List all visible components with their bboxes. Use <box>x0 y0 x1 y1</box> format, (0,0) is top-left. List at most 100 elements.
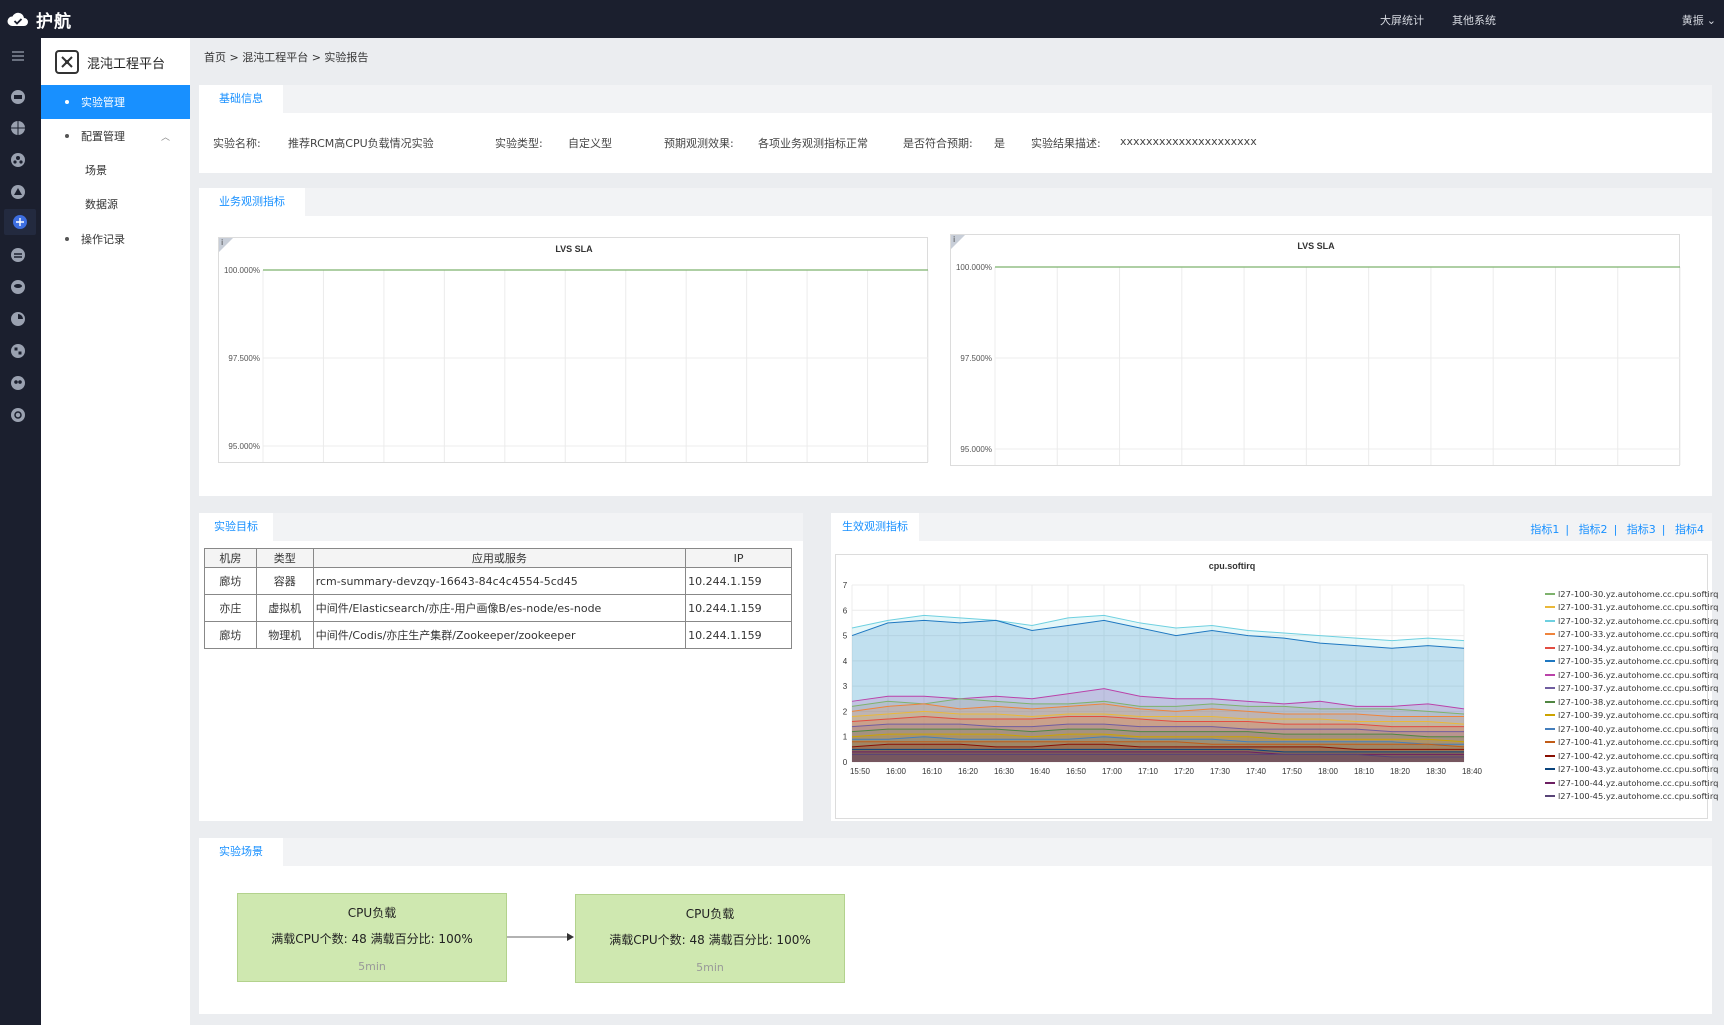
metric-link-4[interactable]: 指标4 <box>1675 521 1704 537</box>
cell-room: 亦庄 <box>204 594 257 622</box>
database-icon[interactable] <box>8 277 28 297</box>
legend-swatch <box>1545 754 1555 757</box>
app-logo[interactable]: 护航 <box>6 7 72 32</box>
sidebar-item-config-management[interactable]: 配置管理 ︿ <box>41 119 190 153</box>
tab-effect-metrics[interactable]: 生效观测指标 <box>831 513 919 541</box>
legend-swatch <box>1545 660 1555 663</box>
topnav-other-systems[interactable]: 其他系统 <box>1452 12 1496 28</box>
legend-item[interactable]: l27-100-31.yz.autohome.cc.cpu.softirq <box>1545 601 1718 615</box>
tab-business-metrics[interactable]: 业务观测指标 <box>199 188 305 216</box>
y-tick-label: 100.000% <box>956 263 992 272</box>
sidebar-item-operation-log[interactable]: 操作记录 <box>41 222 190 256</box>
metric-link-2[interactable]: 指标2 <box>1579 521 1608 537</box>
menu-icon[interactable] <box>8 46 28 66</box>
chat-icon[interactable] <box>8 87 28 107</box>
legend-item[interactable]: l27-100-41.yz.autohome.cc.cpu.softirq <box>1545 736 1718 750</box>
divider: | <box>1613 523 1618 536</box>
chart-svg: LVS SLA 100.000% 97.500% 95.000% <box>224 244 929 462</box>
divider: | <box>1661 523 1666 536</box>
y-tick-label: 95.000% <box>960 445 992 454</box>
field-label-meets: 是否符合预期: <box>903 137 973 150</box>
x-tick-label: 17:50 <box>1282 767 1303 776</box>
legend-label: l27-100-45.yz.autohome.cc.cpu.softirq <box>1558 791 1719 802</box>
network-icon[interactable] <box>4 209 36 235</box>
cell-room: 廊坊 <box>204 621 257 649</box>
cell-type: 虚拟机 <box>255 594 314 622</box>
sidebar-item-experiment-management[interactable]: 实验管理 <box>41 85 190 119</box>
legend-item[interactable]: l27-100-44.yz.autohome.cc.cpu.softirq <box>1545 776 1718 790</box>
sidebar-item-label: 配置管理 <box>81 130 125 143</box>
y-tick-label: 0 <box>843 758 848 767</box>
legend-item[interactable]: l27-100-45.yz.autohome.cc.cpu.softirq <box>1545 790 1718 804</box>
sidebar-item-datasource[interactable]: 数据源 <box>41 187 190 221</box>
legend-item[interactable]: l27-100-34.yz.autohome.cc.cpu.softirq <box>1545 641 1718 655</box>
users-icon[interactable] <box>8 373 28 393</box>
legend-item[interactable]: l27-100-36.yz.autohome.cc.cpu.softirq <box>1545 668 1718 682</box>
legend-item[interactable]: l27-100-40.yz.autohome.cc.cpu.softirq <box>1545 722 1718 736</box>
tab-bar: 实验场景 <box>199 838 1712 866</box>
legend-item[interactable]: l27-100-38.yz.autohome.cc.cpu.softirq <box>1545 695 1718 709</box>
legend-item[interactable]: l27-100-39.yz.autohome.cc.cpu.softirq <box>1545 709 1718 723</box>
chart-svg: LVS SLA 100.000% 97.500% 95.000% <box>956 241 1681 465</box>
field-label-name: 实验名称: <box>213 137 261 150</box>
chart-title: cpu.softirq <box>1209 561 1256 571</box>
x-tick-label: 16:20 <box>958 767 979 776</box>
icon-rail <box>0 38 41 1025</box>
legend-item[interactable]: l27-100-32.yz.autohome.cc.cpu.softirq <box>1545 614 1718 628</box>
legend-label: l27-100-43.yz.autohome.cc.cpu.softirq <box>1558 764 1719 775</box>
sidebar-item-scenes[interactable]: 场景 <box>41 153 190 187</box>
topnav-dashboard[interactable]: 大屏统计 <box>1380 12 1424 28</box>
legend-item[interactable]: l27-100-42.yz.autohome.cc.cpu.softirq <box>1545 749 1718 763</box>
col-header-service: 应用或服务 <box>312 548 687 568</box>
tab-bar: 实验目标 <box>199 513 803 541</box>
sidebar-header: 混沌工程平台 <box>41 38 190 86</box>
dashboard-icon[interactable] <box>8 341 28 361</box>
triangle-icon[interactable] <box>8 182 28 202</box>
cluster-icon[interactable] <box>8 150 28 170</box>
legend-label: l27-100-41.yz.autohome.cc.cpu.softirq <box>1558 737 1719 748</box>
table-row: 廊坊 容器 rcm-summary-devzqy-16643-84c4c4554… <box>204 567 792 595</box>
tab-experiment-target[interactable]: 实验目标 <box>199 513 273 541</box>
metric-link-1[interactable]: 指标1 <box>1530 521 1559 537</box>
legend-item[interactable]: l27-100-35.yz.autohome.cc.cpu.softirq <box>1545 655 1718 669</box>
field-value-meets: 是 <box>994 137 1005 150</box>
legend-item[interactable]: l27-100-33.yz.autohome.cc.cpu.softirq <box>1545 628 1718 642</box>
step-title: CPU负载 <box>685 907 735 921</box>
report-icon[interactable] <box>8 309 28 329</box>
y-tick-label: 1 <box>843 733 848 742</box>
metric-link-3[interactable]: 指标3 <box>1627 521 1656 537</box>
legend-label: l27-100-32.yz.autohome.cc.cpu.softirq <box>1558 615 1719 626</box>
settings-icon[interactable] <box>8 405 28 425</box>
tab-basic-info[interactable]: 基础信息 <box>199 85 283 113</box>
legend-item[interactable]: l27-100-43.yz.autohome.cc.cpu.softirq <box>1545 763 1718 777</box>
sidebar: 混沌工程平台 实验管理 配置管理 ︿ 场景 数据源 操作记录 <box>41 38 190 1025</box>
tab-experiment-scenario[interactable]: 实验场景 <box>199 838 283 866</box>
x-tick-label: 18:20 <box>1390 767 1411 776</box>
legend-item[interactable]: l27-100-37.yz.autohome.cc.cpu.softirq <box>1545 682 1718 696</box>
legend-label: l27-100-30.yz.autohome.cc.cpu.softirq <box>1558 588 1719 599</box>
chart-title: LVS SLA <box>1297 241 1335 251</box>
field-value-expected: 各项业务观测指标正常 <box>758 137 868 150</box>
legend-swatch <box>1545 619 1555 622</box>
legend-label: l27-100-44.yz.autohome.cc.cpu.softirq <box>1558 777 1719 788</box>
scenario-step-1[interactable]: CPU负载 满载CPU个数: 48 满载百分比: 100% 5min <box>237 893 507 982</box>
sidebar-item-label: 操作记录 <box>81 233 125 246</box>
layers-icon[interactable] <box>8 245 28 265</box>
y-tick-label: 7 <box>843 581 848 590</box>
x-tick-label: 16:30 <box>994 767 1015 776</box>
x-tick-label: 17:20 <box>1174 767 1195 776</box>
chevron-up-icon: ︿ <box>160 133 170 143</box>
info-icon[interactable]: i <box>953 235 955 244</box>
x-tick-label: 17:00 <box>1102 767 1123 776</box>
legend-item[interactable]: l27-100-30.yz.autohome.cc.cpu.softirq <box>1545 587 1718 601</box>
scenario-step-2[interactable]: CPU负载 满载CPU个数: 48 满载百分比: 100% 5min <box>575 894 845 983</box>
globe-icon[interactable] <box>8 118 28 138</box>
target-table: 机房 类型 应用或服务 IP 廊坊 容器 rcm-summary-devzqy-… <box>204 548 792 649</box>
info-icon[interactable]: i <box>221 238 223 247</box>
lvs-sla-chart-1: LVS SLA 100.000% 97.500% 95.000% i <box>218 237 929 463</box>
legend-swatch <box>1545 795 1555 798</box>
user-menu[interactable]: 黄振 ⌄ <box>1682 12 1716 28</box>
table-row: 亦庄 虚拟机 中间件/Elasticsearch/亦庄-用户画像B/es-nod… <box>204 594 792 622</box>
bullet-icon <box>65 237 69 241</box>
cell-ip: 10.244.1.159 <box>685 567 792 595</box>
